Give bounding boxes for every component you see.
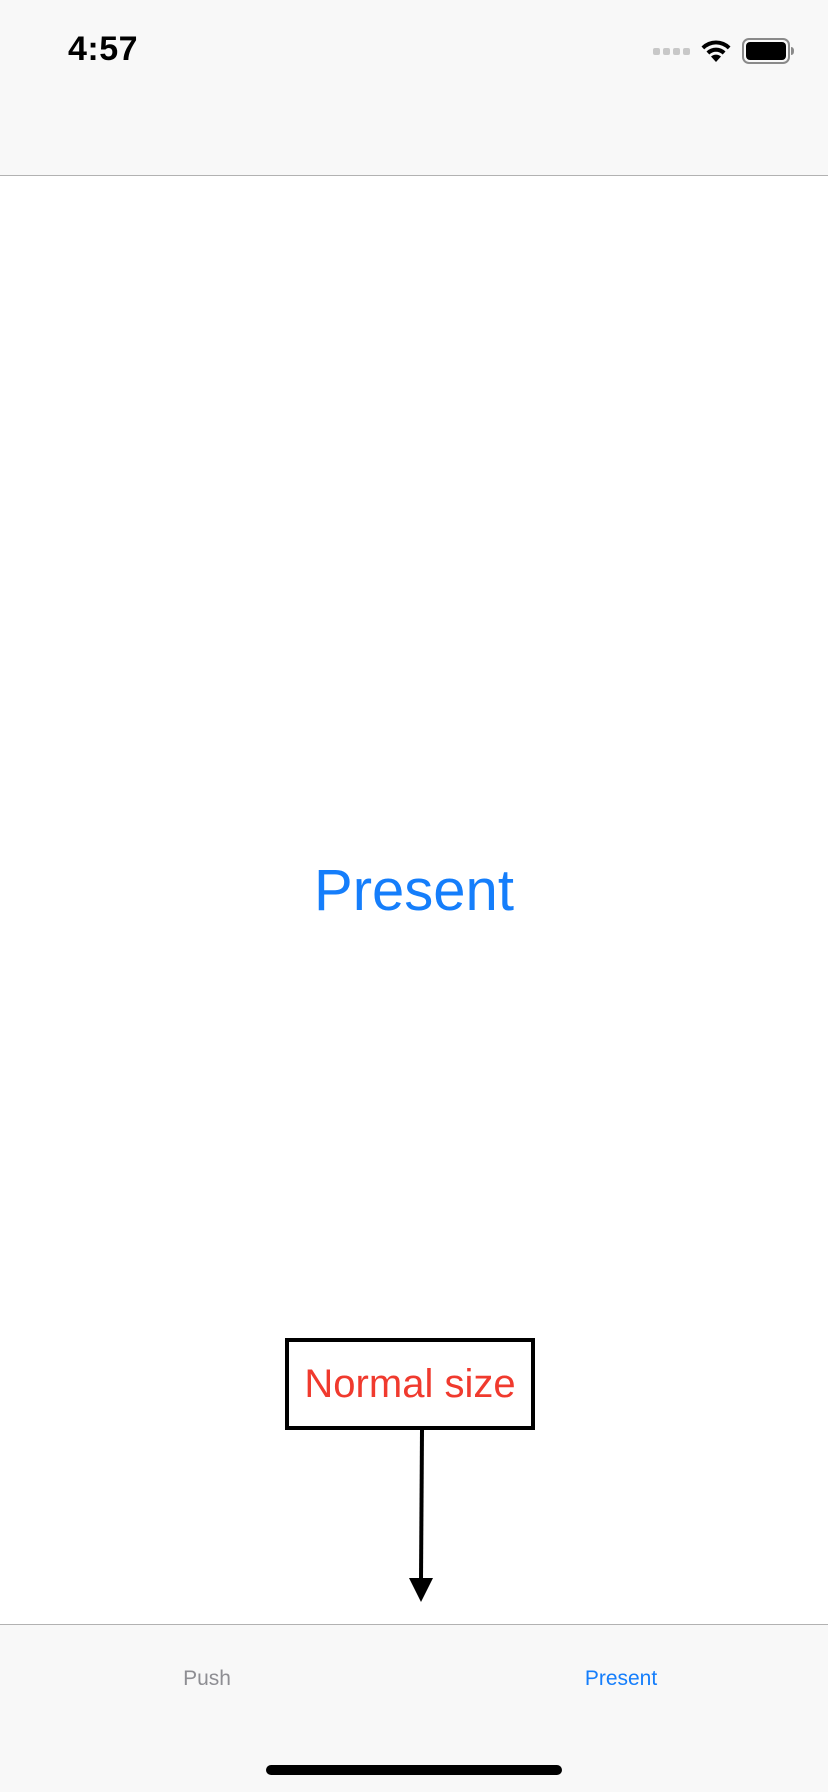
tab-push[interactable]: Push <box>0 1667 414 1691</box>
status-indicators <box>653 36 794 66</box>
wifi-icon <box>700 38 732 64</box>
battery-icon <box>742 38 794 64</box>
screen: 4:57 Present Normal size Push Present <box>0 0 828 1792</box>
status-time: 4:57 <box>68 30 139 68</box>
tab-bar: Push Present <box>0 1624 828 1792</box>
annotation-arrow <box>400 1429 440 1611</box>
annotation-label: Normal size <box>285 1338 535 1430</box>
home-indicator[interactable] <box>266 1765 562 1775</box>
tab-present[interactable]: Present <box>414 1667 828 1691</box>
present-button[interactable]: Present <box>0 862 828 920</box>
top-bar: 4:57 <box>0 0 828 176</box>
cellular-signal-icon <box>653 47 690 55</box>
